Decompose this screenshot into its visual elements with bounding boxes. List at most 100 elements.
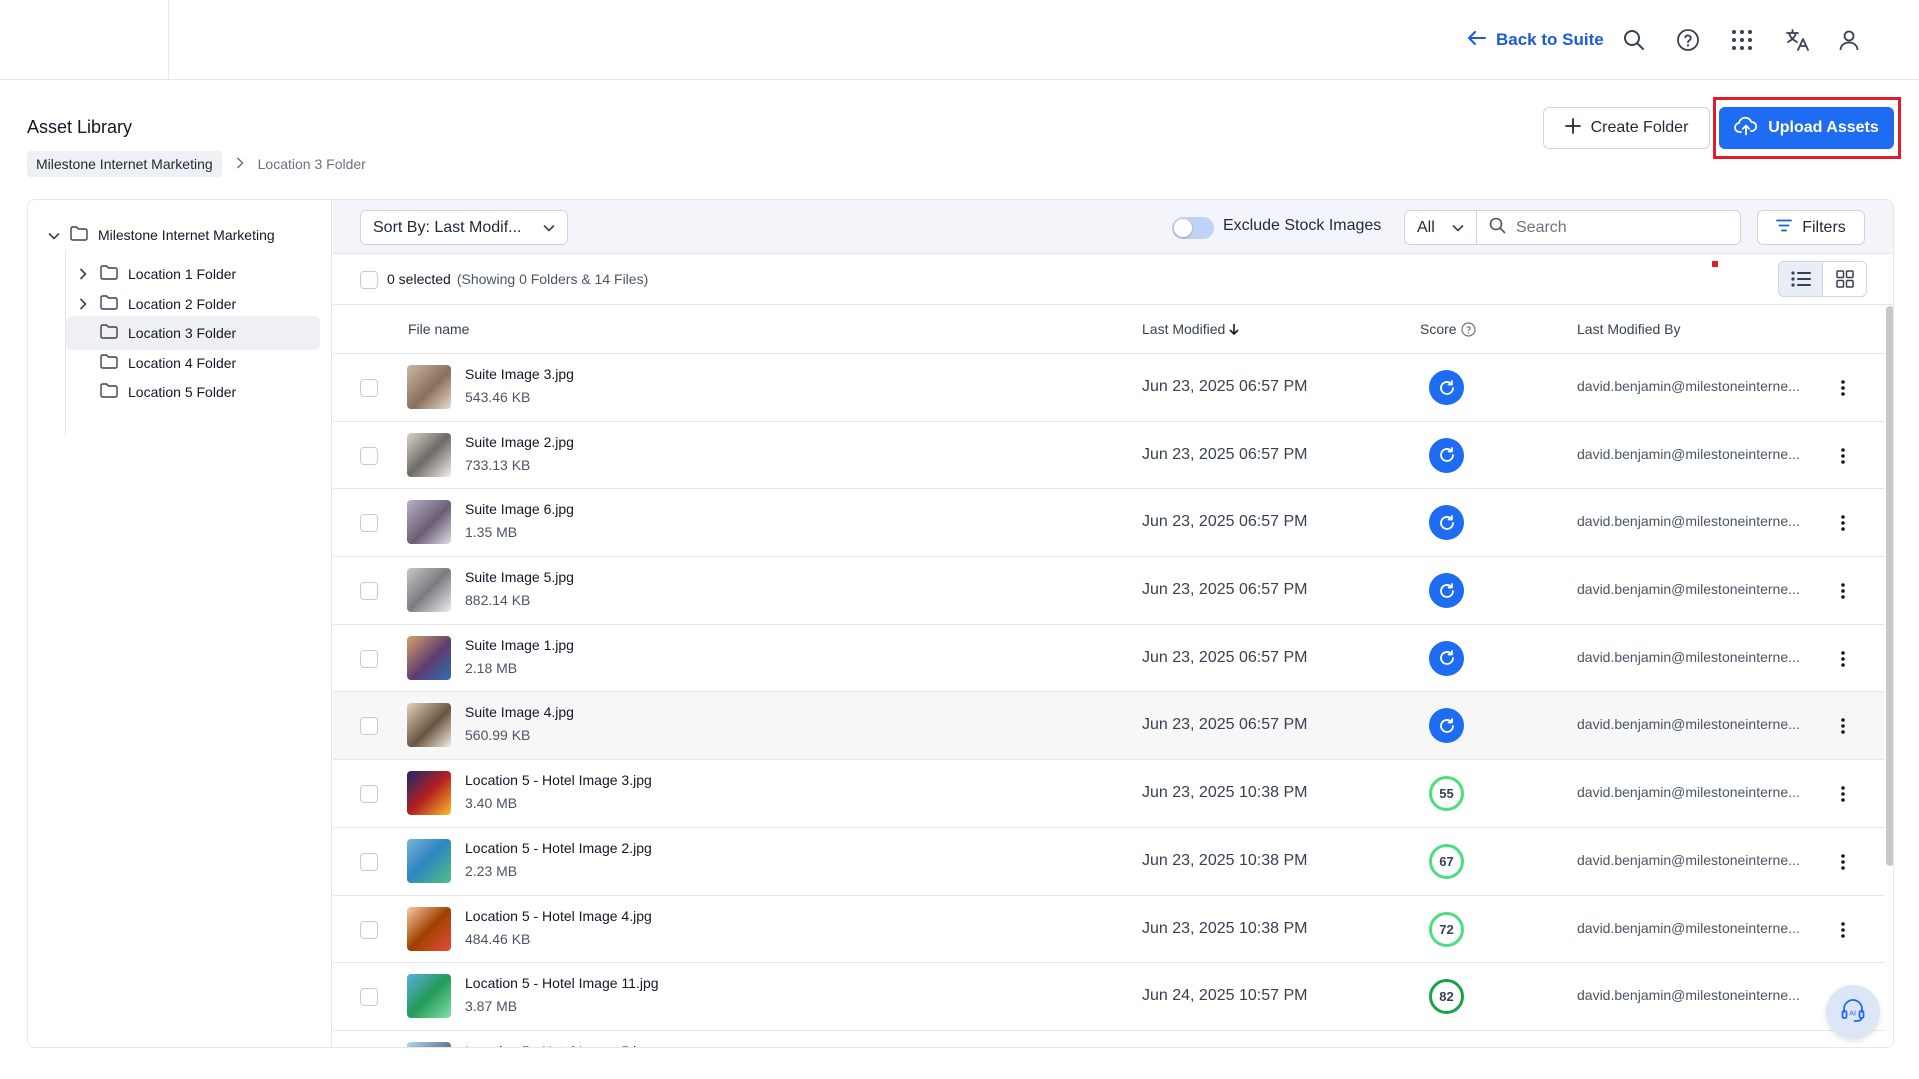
search-icon[interactable] <box>1620 26 1648 54</box>
file-name[interactable]: Location 5 - Hotel Image 11.jpg <box>465 975 659 991</box>
tree-item-location-5[interactable]: Location 5 Folder <box>66 375 320 409</box>
file-name[interactable]: Suite Image 3.jpg <box>465 366 574 382</box>
col-last-modified-label: Last Modified <box>1142 321 1226 337</box>
user-icon[interactable] <box>1835 26 1863 54</box>
more-options-icon[interactable] <box>1833 645 1853 673</box>
marker-dot <box>1712 261 1718 267</box>
file-name[interactable]: Suite Image 6.jpg <box>465 501 574 517</box>
search-icon <box>1489 217 1506 239</box>
refresh-score-icon[interactable] <box>1429 505 1464 541</box>
chevron-down-icon[interactable] <box>48 227 60 243</box>
table-row[interactable]: Location 5 - Hotel Image 3.jpg 3.40 MB Jun… <box>333 760 1885 828</box>
score-badge: 82 <box>1429 979 1464 1015</box>
breadcrumb-root[interactable]: Milestone Internet Marketing <box>27 151 222 177</box>
back-to-suite-link[interactable]: Back to Suite <box>1468 26 1604 54</box>
table-row[interactable]: Location 5 - Hotel Image 4.jpg 484.46 KB J… <box>333 896 1885 964</box>
table-row[interactable]: Location 5 - Hotel Image 2.jpg 2.23 MB Jun… <box>333 828 1885 896</box>
more-options-icon[interactable] <box>1833 509 1853 537</box>
tree-item-location-3[interactable]: Location 3 Folder <box>66 316 320 350</box>
refresh-score-icon[interactable] <box>1429 437 1464 473</box>
folder-icon <box>100 383 118 401</box>
translate-icon[interactable] <box>1783 26 1811 54</box>
cloud-upload-icon <box>1734 116 1758 141</box>
row-checkbox[interactable] <box>360 514 378 533</box>
file-name[interactable]: Location 5 - Hotel Image 3.jpg <box>465 772 652 788</box>
modified-by: david.benjamin@milestoneinterne... <box>1577 851 1800 868</box>
filters-button[interactable]: Filters <box>1757 210 1865 245</box>
exclude-stock-toggle[interactable] <box>1172 217 1214 239</box>
col-modified-by[interactable]: Last Modified By <box>1577 321 1681 337</box>
file-name[interactable]: Suite Image 5.jpg <box>465 569 574 585</box>
help-icon[interactable] <box>1674 26 1702 54</box>
help-circle-icon[interactable] <box>1460 321 1476 337</box>
file-type-select[interactable]: All <box>1404 210 1476 245</box>
row-checkbox[interactable] <box>360 717 378 736</box>
table-header: File name Last Modified Score Last Modif… <box>333 306 1893 354</box>
table-row[interactable]: Suite Image 6.jpg 1.35 MB Jun 23, 2025 06:… <box>333 489 1885 558</box>
table-row[interactable]: Suite Image 2.jpg 733.13 KB Jun 23, 2025 0… <box>333 422 1885 490</box>
sort-select[interactable]: Sort By: Last Modif... <box>360 210 568 245</box>
more-options-icon[interactable] <box>1833 848 1853 876</box>
file-name[interactable]: Location 5 - Hotel Image 4.jpg <box>465 908 652 924</box>
more-options-icon[interactable] <box>1833 780 1853 808</box>
file-thumbnail <box>407 432 451 477</box>
more-options-icon[interactable] <box>1833 577 1853 605</box>
modified-by: david.benjamin@milestoneinterne... <box>1577 648 1800 665</box>
list-view-icon[interactable] <box>1779 262 1822 296</box>
breadcrumb: Milestone Internet Marketing Location 3 … <box>27 151 366 177</box>
chevron-right-icon[interactable] <box>76 268 90 280</box>
toolbar: Sort By: Last Modif... Exclude Stock Ima… <box>333 200 1893 254</box>
create-folder-button[interactable]: Create Folder <box>1543 107 1710 149</box>
row-checkbox[interactable] <box>360 852 378 871</box>
scrollbar[interactable] <box>1886 306 1893 866</box>
modified-by: david.benjamin@milestoneinterne... <box>1577 919 1800 936</box>
upload-assets-button[interactable]: Upload Assets <box>1719 107 1894 149</box>
row-checkbox[interactable] <box>360 582 378 601</box>
more-options-icon[interactable] <box>1833 712 1853 740</box>
col-file-name[interactable]: File name <box>408 321 469 337</box>
more-options-icon[interactable] <box>1833 442 1853 470</box>
refresh-score-icon[interactable] <box>1429 573 1464 609</box>
row-checkbox[interactable] <box>360 920 378 939</box>
refresh-score-icon[interactable] <box>1429 640 1464 676</box>
file-size: 2.23 MB <box>465 862 518 879</box>
upload-assets-label: Upload Assets <box>1768 119 1879 136</box>
file-name[interactable]: Suite Image 1.jpg <box>465 637 574 653</box>
ai-assistant-button[interactable]: AI <box>1826 985 1880 1039</box>
table-row[interactable]: Location 5 - Hotel Image 5.jpg <box>333 1031 1885 1047</box>
tree-root-item[interactable]: Milestone Internet Marketing <box>48 226 275 244</box>
tree-item-location-1[interactable]: Location 1 Folder <box>66 257 320 291</box>
col-last-modified[interactable]: Last Modified <box>1142 321 1239 337</box>
table-row[interactable]: Suite Image 5.jpg 882.14 KB Jun 23, 2025 0… <box>333 557 1885 625</box>
table-row[interactable]: Suite Image 4.jpg 560.99 KB Jun 23, 2025 0… <box>333 692 1885 761</box>
refresh-score-icon[interactable] <box>1429 708 1464 744</box>
score-badge: 67 <box>1429 843 1464 879</box>
table-row[interactable]: Suite Image 1.jpg 2.18 MB Jun 23, 2025 06:… <box>333 625 1885 693</box>
file-name[interactable]: Suite Image 2.jpg <box>465 434 574 450</box>
chevron-right-icon[interactable] <box>76 297 90 310</box>
folder-icon <box>100 324 118 342</box>
row-checkbox[interactable] <box>360 446 378 465</box>
table-row[interactable]: Location 5 - Hotel Image 11.jpg 3.87 MB Ju… <box>333 963 1885 1031</box>
file-size: 733.13 KB <box>465 456 531 473</box>
row-checkbox[interactable] <box>360 785 378 804</box>
file-name[interactable]: Location 5 - Hotel Image 5.jpg <box>465 1043 652 1047</box>
score-badge: 72 <box>1429 911 1464 947</box>
more-options-icon[interactable] <box>1833 916 1853 944</box>
file-name[interactable]: Location 5 - Hotel Image 2.jpg <box>465 840 652 856</box>
file-thumbnail <box>407 771 451 816</box>
file-name[interactable]: Suite Image 4.jpg <box>465 704 574 720</box>
select-all-checkbox[interactable] <box>360 271 378 289</box>
asset-panel: Milestone Internet Marketing Location 1 … <box>27 199 1894 1048</box>
refresh-score-icon[interactable] <box>1429 370 1464 405</box>
table-row[interactable]: Suite Image 3.jpg 543.46 KB Jun 23, 2025 0… <box>333 354 1885 422</box>
row-checkbox[interactable] <box>360 379 378 397</box>
grid-view-icon[interactable] <box>1822 262 1866 296</box>
apps-grid-icon[interactable] <box>1728 26 1756 54</box>
more-options-icon[interactable] <box>1833 374 1853 402</box>
search-input[interactable] <box>1516 218 1716 237</box>
row-checkbox[interactable] <box>360 649 378 668</box>
row-checkbox[interactable] <box>360 988 378 1007</box>
col-score[interactable]: Score <box>1420 321 1476 337</box>
file-size: 3.40 MB <box>465 795 518 812</box>
